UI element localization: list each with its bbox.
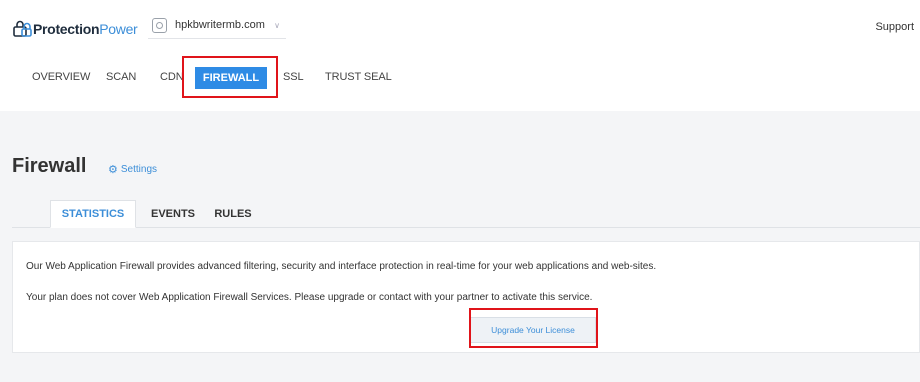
logo-text-power: Power <box>99 20 138 37</box>
page-title: Firewall <box>12 155 87 177</box>
chevron-down-icon: ∨ <box>274 21 280 30</box>
plan-notice: Your plan does not cover Web Application… <box>26 292 593 303</box>
highlight-box-firewall-tab <box>182 56 278 98</box>
highlight-box-upgrade-button <box>469 308 598 348</box>
nav-scan[interactable]: SCAN <box>106 71 136 83</box>
nav-overview[interactable]: OVERVIEW <box>32 71 90 83</box>
support-link[interactable]: Support <box>875 21 914 33</box>
tab-events[interactable]: EVENTS <box>148 200 198 228</box>
top-bar: Protection Power hpkbwritermb.com ∨ Suppo… <box>0 0 920 111</box>
nav-ssl[interactable]: SSL <box>283 71 304 83</box>
tab-rules[interactable]: RULES <box>208 200 258 228</box>
waf-description: Our Web Application Firewall provides ad… <box>26 261 657 272</box>
logo[interactable]: Protection Power <box>12 20 138 37</box>
domain-selector[interactable]: hpkbwritermb.com ∨ <box>148 12 286 39</box>
gear-icon: ⚙ <box>108 164 118 176</box>
tab-statistics[interactable]: STATISTICS <box>50 200 136 228</box>
site-icon <box>152 17 167 33</box>
logo-text-protection: Protection <box>33 20 100 37</box>
firewall-tabs: STATISTICS EVENTS RULES <box>12 200 920 228</box>
nav-trust-seal[interactable]: TRUST SEAL <box>325 71 392 83</box>
settings-label: Settings <box>120 164 158 175</box>
padlock-logo-icon <box>13 20 32 37</box>
domain-name: hpkbwritermb.com <box>175 19 265 31</box>
settings-link[interactable]: ⚙ Settings <box>108 163 157 176</box>
statistics-card: Our Web Application Firewall provides ad… <box>12 241 920 353</box>
